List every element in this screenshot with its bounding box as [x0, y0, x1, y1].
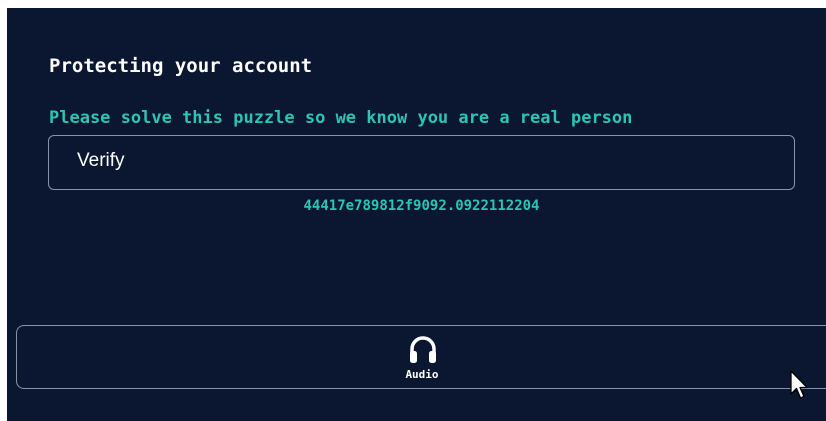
- audio-label: Audio: [405, 368, 439, 381]
- challenge-panel: Protecting your account Please solve thi…: [7, 8, 826, 421]
- session-code: 44417e789812f9092.0922112204: [303, 198, 540, 214]
- headphones-icon: [410, 336, 436, 363]
- verify-button[interactable]: Verify: [48, 135, 795, 190]
- audio-button[interactable]: Audio: [16, 325, 826, 389]
- verify-label: Verify: [77, 149, 125, 171]
- page-title: Protecting your account: [49, 55, 313, 77]
- instruction-text: Please solve this puzzle so we know you …: [49, 108, 633, 128]
- mouse-pointer-icon: [790, 370, 808, 399]
